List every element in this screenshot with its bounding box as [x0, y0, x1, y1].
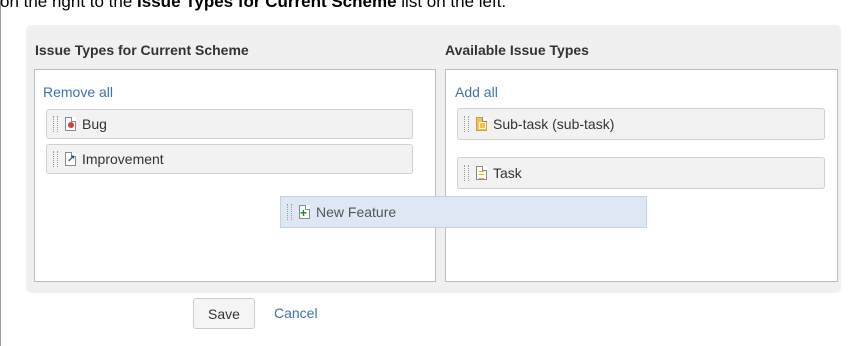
item-label: Task — [493, 165, 522, 181]
drag-handle-icon[interactable] — [53, 151, 58, 167]
drag-handle-icon[interactable] — [287, 204, 292, 220]
current-scheme-title: Issue Types for Current Scheme — [35, 42, 249, 58]
list-item-improvement[interactable]: ↗ Improvement — [46, 144, 413, 174]
dragging-item-new-feature[interactable]: + New Feature — [280, 196, 647, 228]
improvement-icon: ↗ — [65, 152, 76, 166]
list-item-task[interactable]: Task — [457, 157, 825, 189]
save-button[interactable]: Save — [193, 298, 255, 329]
drag-handle-icon[interactable] — [464, 165, 469, 181]
task-icon — [476, 166, 487, 180]
item-label: New Feature — [316, 204, 397, 220]
instruction-prefix: on the right to the — [0, 0, 138, 11]
bug-icon — [65, 117, 76, 131]
list-item-subtask[interactable]: Sub-task (sub-task) — [457, 108, 825, 140]
current-scheme-list[interactable] — [34, 69, 436, 282]
item-label: Sub-task (sub-task) — [493, 116, 615, 132]
list-item-bug[interactable]: Bug — [46, 109, 413, 139]
add-all-link[interactable]: Add all — [455, 84, 498, 100]
instruction-text: on the right to the Issue Types for Curr… — [0, 0, 506, 12]
item-label: Improvement — [82, 151, 164, 167]
item-label: Bug — [82, 116, 107, 132]
remove-all-link[interactable]: Remove all — [43, 84, 113, 100]
available-types-title: Available Issue Types — [445, 42, 589, 58]
frame-border — [0, 0, 1, 346]
instruction-suffix: list on the left. — [396, 0, 507, 11]
new-feature-icon: + — [299, 205, 310, 219]
cancel-link[interactable]: Cancel — [274, 305, 318, 321]
drag-handle-icon[interactable] — [464, 116, 469, 132]
drag-handle-icon[interactable] — [53, 116, 58, 132]
subtask-icon — [476, 117, 487, 131]
instruction-bold: Issue Types for Current Scheme — [137, 0, 397, 11]
